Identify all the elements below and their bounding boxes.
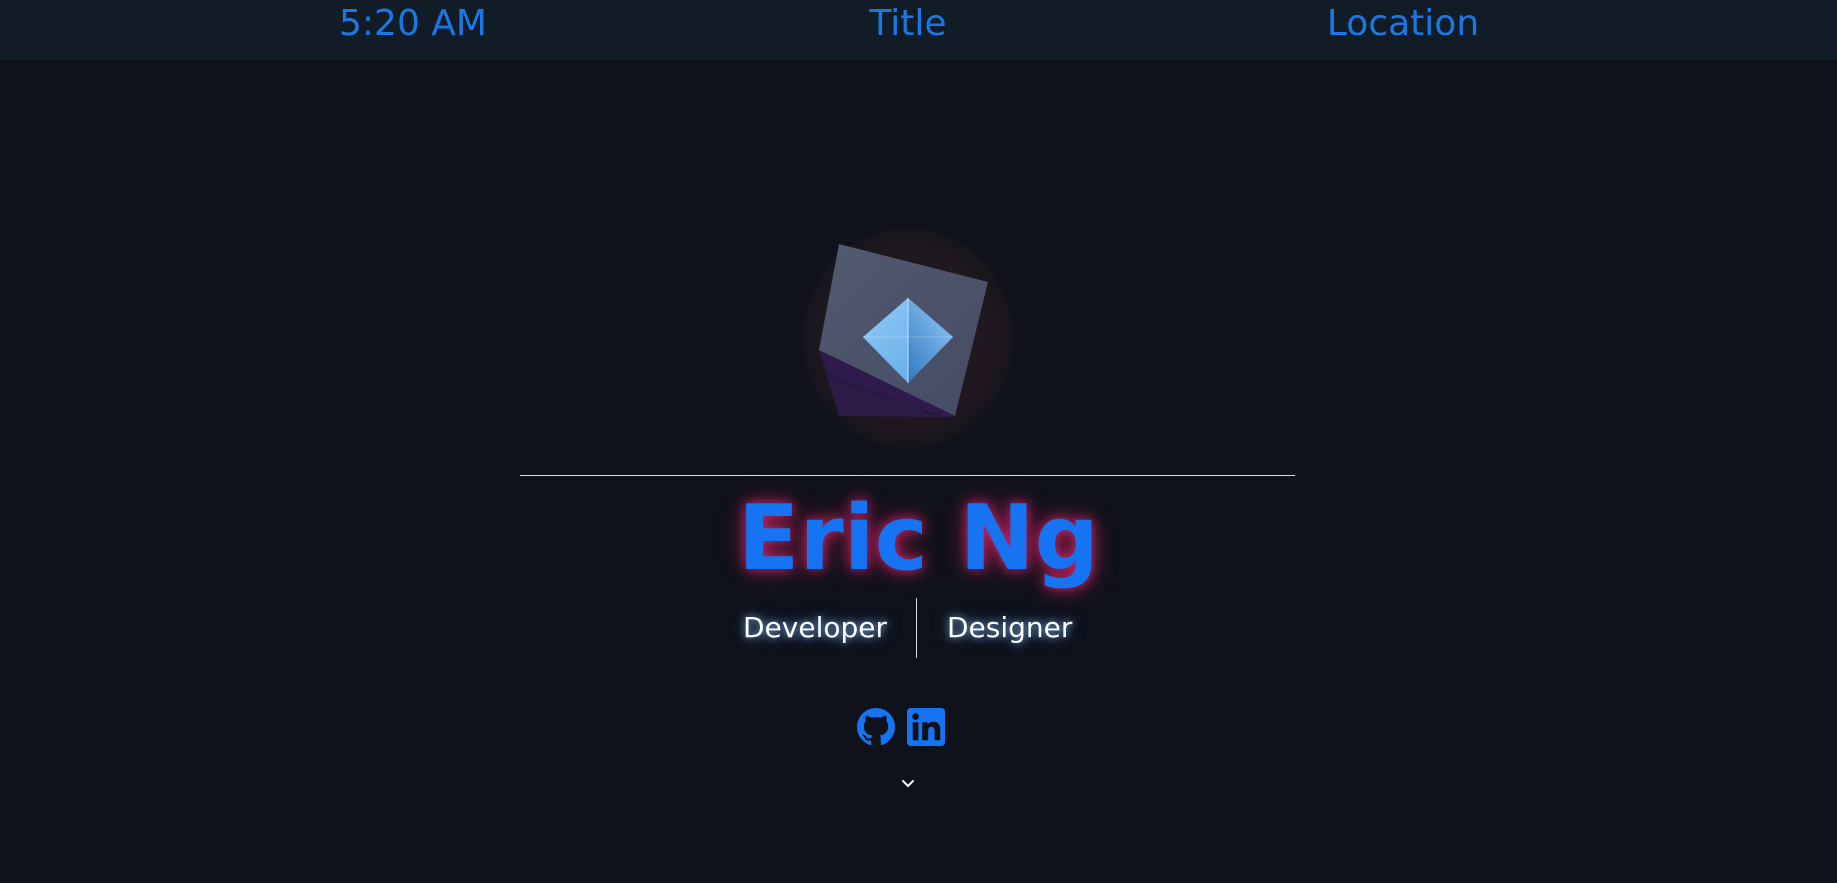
role-developer: Developer: [742, 611, 887, 644]
linkedin-icon: [907, 708, 945, 746]
scroll-down-button[interactable]: [900, 775, 916, 791]
hero-name: Eric Ng: [737, 486, 1100, 591]
role-divider: [916, 598, 917, 658]
chevron-down-icon: [902, 780, 914, 787]
rotating-cube-visual: [803, 226, 1013, 448]
nav-location-link[interactable]: Location: [1327, 4, 1479, 44]
github-link[interactable]: [857, 708, 895, 746]
hero-divider: [520, 475, 1295, 476]
linkedin-link[interactable]: [907, 708, 945, 746]
nav-title-link[interactable]: Title: [869, 4, 946, 44]
role-list: Developer Designer: [0, 598, 1837, 658]
role-designer: Designer: [947, 611, 1073, 644]
top-navigation-bar: 5:20 AM Title Location: [0, 0, 1837, 60]
clock-display: 5:20 AM: [339, 3, 487, 44]
github-icon: [857, 708, 895, 746]
